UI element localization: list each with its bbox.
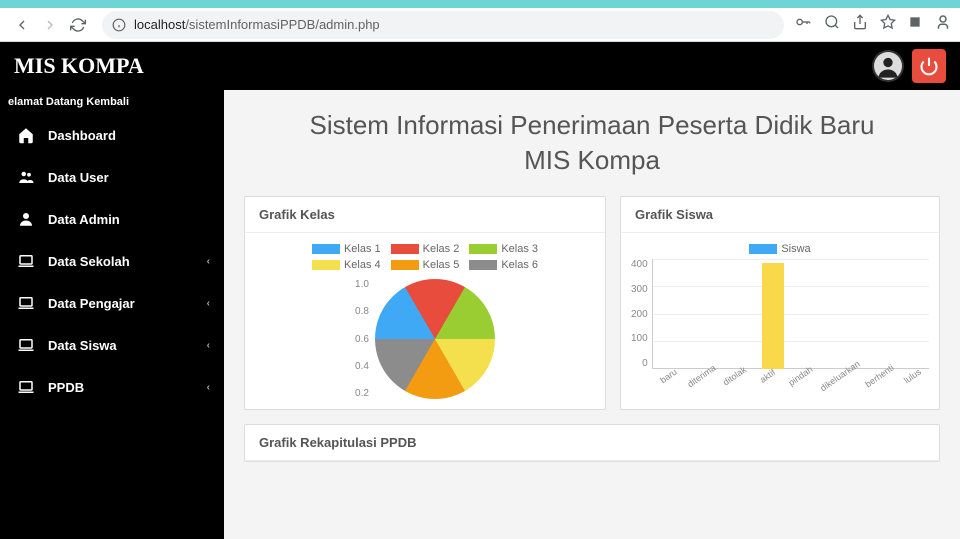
reload-button[interactable] xyxy=(64,11,92,39)
main-content: Sistem Informasi Penerimaan Peserta Didi… xyxy=(224,90,960,539)
chevron-left-icon: ‹ xyxy=(207,340,210,351)
browser-toolbar: localhost/sistemInformasiPPDB/admin.php xyxy=(0,8,960,42)
page-subtitle: MIS Kompa xyxy=(244,145,940,176)
users-icon xyxy=(14,168,38,186)
sidebar-item-label: Data Pengajar xyxy=(48,296,135,311)
chevron-left-icon: ‹ xyxy=(207,382,210,393)
forward-button[interactable] xyxy=(36,11,64,39)
laptop-icon xyxy=(14,336,38,354)
bar-legend: Siswa xyxy=(631,243,929,255)
panel-rekap: Grafik Rekapitulasi PPDB xyxy=(244,424,940,462)
profile-icon[interactable] xyxy=(934,13,952,36)
sidebar-item-dashboard[interactable]: Dashboard xyxy=(0,114,224,156)
sidebar-item-label: Data Siswa xyxy=(48,338,117,353)
extensions-icon[interactable] xyxy=(908,15,922,34)
sidebar-item-label: Data Sekolah xyxy=(48,254,130,269)
pie-chart xyxy=(375,279,495,399)
bar-legend-label: Siswa xyxy=(781,243,810,255)
sidebar-item-ppdb[interactable]: PPDB ‹ xyxy=(0,366,224,408)
address-bar[interactable]: localhost/sistemInformasiPPDB/admin.php xyxy=(102,11,784,39)
key-icon[interactable] xyxy=(794,14,812,35)
panel-kelas-title: Grafik Kelas xyxy=(245,197,605,233)
sidebar-item-data-pengajar[interactable]: Data Pengajar ‹ xyxy=(0,282,224,324)
logout-button[interactable] xyxy=(912,49,946,83)
url-host: localhost xyxy=(134,17,185,32)
user-icon xyxy=(14,210,38,228)
chevron-left-icon: ‹ xyxy=(207,256,210,267)
panel-siswa-title: Grafik Siswa xyxy=(621,197,939,233)
bar-chart xyxy=(652,259,929,369)
pie-legend: Kelas 1Kelas 2Kelas 3Kelas 4Kelas 5Kelas… xyxy=(275,243,575,271)
avatar[interactable] xyxy=(872,50,904,82)
welcome-text: elamat Datang Kembali xyxy=(0,90,224,114)
sidebar-item-label: Data User xyxy=(48,170,109,185)
bookmark-icon[interactable] xyxy=(880,14,896,35)
home-icon xyxy=(14,126,38,144)
share-icon[interactable] xyxy=(852,14,868,35)
app-title: MIS KOMPA xyxy=(14,53,144,79)
sidebar-item-data-user[interactable]: Data User xyxy=(0,156,224,198)
laptop-icon xyxy=(14,378,38,396)
bar-x-labels: baruditerimaditolakaktifpindahdikeluarka… xyxy=(652,371,929,381)
chevron-left-icon: ‹ xyxy=(207,298,210,309)
sidebar-item-data-admin[interactable]: Data Admin xyxy=(0,198,224,240)
info-icon xyxy=(112,18,126,32)
laptop-icon xyxy=(14,252,38,270)
sidebar-item-data-sekolah[interactable]: Data Sekolah ‹ xyxy=(0,240,224,282)
panel-rekap-title: Grafik Rekapitulasi PPDB xyxy=(245,425,939,461)
sidebar-item-label: Dashboard xyxy=(48,128,116,143)
app-header: MIS KOMPA xyxy=(0,42,960,90)
url-path: /sistemInformasiPPDB/admin.php xyxy=(185,17,379,32)
sidebar-item-label: PPDB xyxy=(48,380,84,395)
sidebar-item-data-siswa[interactable]: Data Siswa ‹ xyxy=(0,324,224,366)
chart-y-ticks: 1.00.80.60.40.2 xyxy=(355,279,369,399)
back-button[interactable] xyxy=(8,11,36,39)
sidebar-item-label: Data Admin xyxy=(48,212,120,227)
panel-kelas: Grafik Kelas Kelas 1Kelas 2Kelas 3Kelas … xyxy=(244,196,606,410)
zoom-icon[interactable] xyxy=(824,14,840,35)
sidebar: elamat Datang Kembali Dashboard Data User… xyxy=(0,90,224,539)
bar-y-axis: 4003002001000 xyxy=(631,259,652,369)
panel-siswa: Grafik Siswa Siswa 4003002001000 barudit… xyxy=(620,196,940,410)
page-title: Sistem Informasi Penerimaan Peserta Didi… xyxy=(244,110,940,141)
laptop-icon xyxy=(14,294,38,312)
